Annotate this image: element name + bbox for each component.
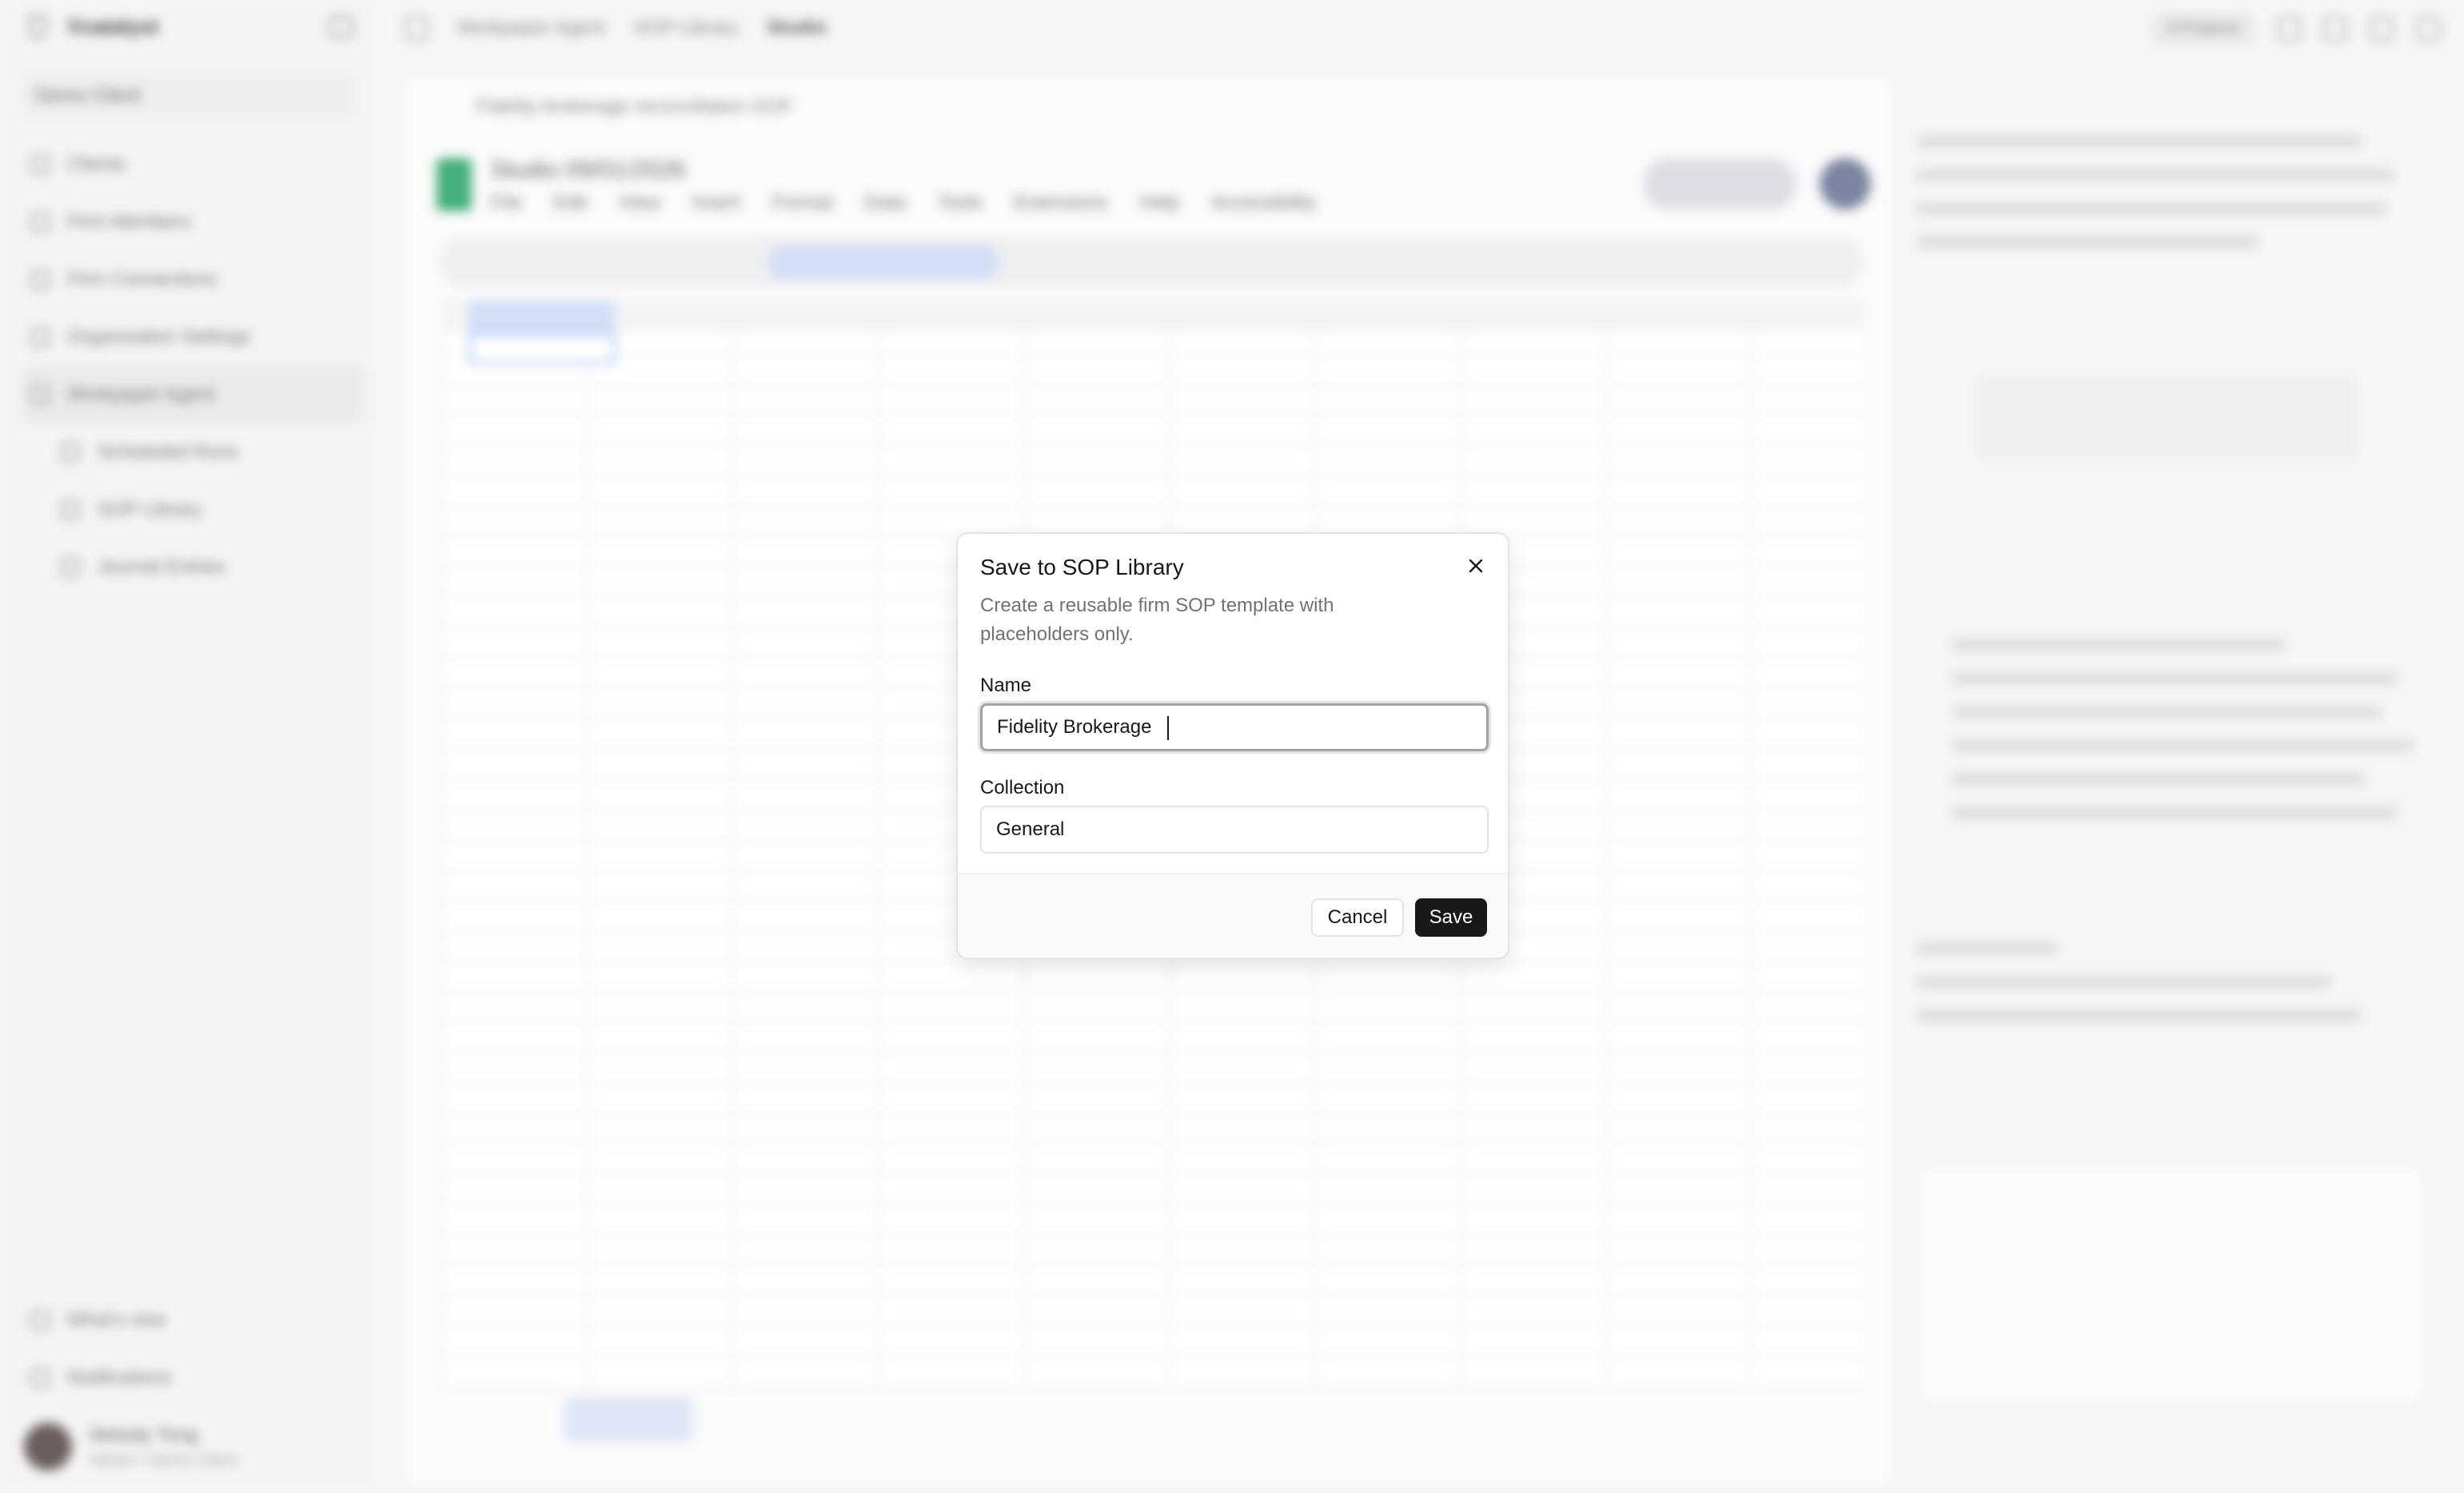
collection-select[interactable]: General	[980, 806, 1489, 854]
save-button[interactable]: Save	[1415, 898, 1487, 937]
collection-label: Collection	[980, 777, 1065, 798]
name-input[interactable]	[980, 703, 1489, 751]
dialog-footer: Cancel Save	[958, 873, 1508, 958]
close-button[interactable]	[1461, 551, 1490, 580]
dialog-title: Save to SOP Library	[980, 555, 1184, 579]
save-to-sop-library-dialog: Save to SOP Library Create a reusable fi…	[956, 532, 1509, 959]
text-caret	[1167, 716, 1169, 740]
dialog-description: Create a reusable firm SOP template with…	[980, 595, 1334, 645]
close-icon	[1469, 559, 1483, 573]
cancel-button[interactable]: Cancel	[1311, 898, 1404, 937]
name-label: Name	[980, 675, 1032, 696]
